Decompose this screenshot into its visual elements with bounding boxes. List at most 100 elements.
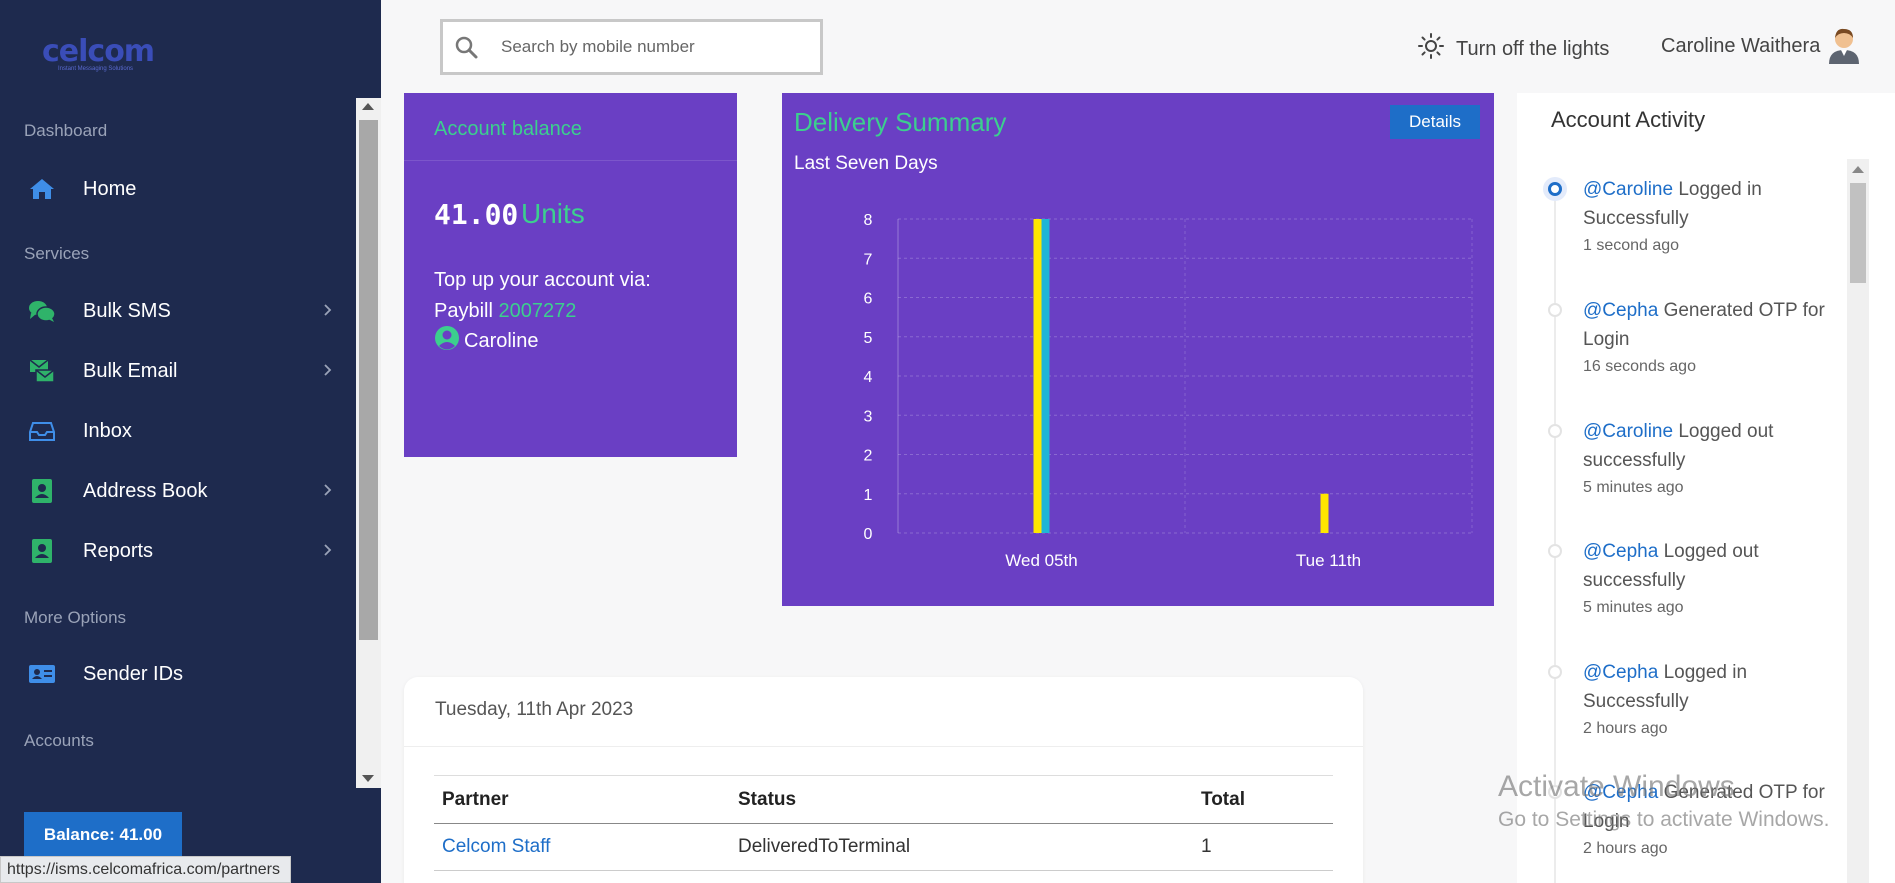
sidebar-item-label: Bulk SMS (83, 299, 171, 322)
activity-text: @Caroline Logged in Successfully (1583, 175, 1833, 233)
balance-amount: 41.00 (434, 198, 519, 231)
activity-user-link[interactable]: @Caroline (1583, 179, 1673, 200)
lights-toggle[interactable]: Turn off the lights (1418, 33, 1609, 65)
account-user: Caroline (434, 325, 538, 357)
sun-icon (1418, 33, 1444, 65)
timeline-dot-icon (1548, 303, 1562, 317)
scrollbar-thumb[interactable] (359, 120, 378, 640)
y-tick-label: 5 (864, 330, 873, 347)
activity-action-cont: Successfully (1583, 208, 1689, 229)
status-bar-url: https://isms.celcomafrica.com/partners (0, 856, 291, 883)
sidebar-item-label: Address Book (83, 479, 208, 502)
activity-time: 5 minutes ago (1583, 479, 1684, 496)
delivery-chart: 0 1 2 3 4 5 6 7 8 Wed 05th Tue 11th (864, 212, 1473, 570)
activity-user-link[interactable]: @Cepha (1583, 662, 1658, 683)
reports-icon (28, 537, 56, 565)
sidebar-item-label: Sender IDs (83, 662, 184, 685)
search-input[interactable] (501, 34, 801, 60)
activity-action: Logged in (1663, 662, 1748, 683)
sidebar-item-home[interactable]: Home (0, 164, 356, 214)
activity-user-link[interactable]: @Caroline (1583, 421, 1673, 442)
x-tick-label: Wed 05th (1005, 551, 1077, 570)
activity-time: 5 minutes ago (1583, 599, 1684, 616)
delivery-summary-card: Delivery Summary Last Seven Days Details… (782, 93, 1494, 606)
paybill-number: 2007272 (498, 300, 577, 322)
y-tick-label: 7 (864, 251, 873, 268)
activity-text: @Cepha Logged out successfully (1583, 537, 1833, 595)
sidebar-item-bulk-sms[interactable]: Bulk SMS (0, 286, 356, 336)
partner-link[interactable]: Celcom Staff (442, 836, 550, 857)
sidebar-scrollbar[interactable] (356, 98, 381, 788)
contact-book-icon (28, 477, 56, 505)
activity-scrollbar[interactable] (1847, 159, 1869, 883)
table-header-row: Partner Status Total (434, 775, 1333, 824)
windows-activation-watermark: Activate Windows Go to Settings to activ… (1498, 770, 1830, 832)
watermark-subtitle: Go to Settings to activate Windows. (1498, 808, 1830, 831)
activity-time: 1 second ago (1583, 237, 1680, 254)
y-tick-label: 1 (864, 487, 873, 504)
paybill-label: Paybill (434, 300, 493, 322)
scroll-up-arrow-icon[interactable] (362, 103, 374, 110)
activity-time: 2 hours ago (1583, 720, 1668, 737)
topup-line: Top up your account via: (434, 269, 651, 291)
activity-text: @Cepha Generated OTP for Login (1583, 296, 1833, 354)
paybill-line: Paybill 2007272 (434, 296, 651, 327)
y-tick-label: 3 (864, 408, 873, 425)
avatar[interactable] (1826, 26, 1862, 64)
activity-time: 2 hours ago (1583, 840, 1668, 857)
column-header-total[interactable]: Total (1193, 775, 1333, 824)
activity-text: @Caroline Logged out successfully (1583, 417, 1833, 475)
watermark-title: Activate Windows (1498, 770, 1735, 803)
activity-user-link[interactable]: @Cepha (1583, 300, 1658, 321)
activity-action-cont: Successfully (1583, 691, 1689, 712)
bar (1041, 219, 1050, 533)
sidebar-item-inbox[interactable]: Inbox (0, 406, 356, 456)
partners-table: Partner Status Total Celcom Staff Delive… (434, 775, 1333, 871)
user-circle-icon (434, 325, 460, 357)
user-name[interactable]: Caroline Waithera (1661, 35, 1820, 58)
logo-tagline: Instant Messaging Solutions (58, 66, 134, 72)
table-row: Celcom Staff DeliveredToTerminal 1 (434, 823, 1333, 871)
column-header-partner[interactable]: Partner (434, 775, 730, 824)
scroll-up-arrow-icon[interactable] (1852, 166, 1864, 173)
activity-action-cont: Login (1583, 329, 1630, 350)
account-activity-title: Account Activity (1551, 107, 1706, 132)
y-tick-label: 0 (864, 526, 873, 543)
scrollbar-thumb[interactable] (1850, 183, 1866, 283)
column-header-status[interactable]: Status (730, 775, 1193, 824)
sidebar-item-reports[interactable]: Reports (0, 526, 356, 576)
bar (1320, 493, 1329, 533)
y-tick-label: 6 (864, 291, 873, 308)
total-cell: 1 (1193, 823, 1333, 871)
sidebar-item-label: Bulk Email (83, 359, 178, 382)
daily-partner-card: Tuesday, 11th Apr 2023 Partner Status To… (404, 677, 1363, 883)
scroll-down-arrow-icon[interactable] (362, 775, 374, 782)
card-divider (404, 746, 1363, 747)
account-balance-title: Account balance (434, 118, 582, 140)
timeline-dot-icon (1548, 665, 1562, 679)
chevron-right-icon (324, 303, 332, 319)
status-cell: DeliveredToTerminal (730, 823, 1193, 871)
search-box[interactable] (440, 19, 823, 75)
balance-button[interactable]: Balance: 41.00 (24, 812, 182, 858)
activity-action-cont: successfully (1583, 570, 1686, 591)
chevron-right-icon (324, 483, 332, 499)
timeline-dot-icon (1543, 177, 1567, 201)
account-user-name: Caroline (464, 329, 539, 352)
x-tick-label: Tue 11th (1296, 551, 1361, 570)
account-activity-card: Account Activity @Caroline Logged in Succ… (1517, 93, 1895, 883)
activity-text: @Cepha Logged in Successfully (1583, 658, 1833, 716)
y-tick-label: 2 (864, 448, 873, 465)
activity-user-link[interactable]: @Cepha (1583, 541, 1658, 562)
activity-action: Generated OTP for (1663, 300, 1825, 321)
sidebar-item-bulk-email[interactable]: Bulk Email (0, 346, 356, 396)
sidebar-item-address-book[interactable]: Address Book (0, 466, 356, 516)
sidebar: celcom Instant Messaging Solutions Dashb… (0, 0, 381, 883)
sidebar-item-sender-ids[interactable]: Sender IDs (0, 649, 356, 699)
activity-action: Logged out (1663, 541, 1759, 562)
card-divider (404, 160, 737, 161)
chat-icon (28, 297, 56, 325)
section-label-dashboard: Dashboard (24, 121, 108, 140)
celcom-logo[interactable]: celcom Instant Messaging Solutions (40, 34, 160, 74)
home-icon (28, 175, 56, 203)
